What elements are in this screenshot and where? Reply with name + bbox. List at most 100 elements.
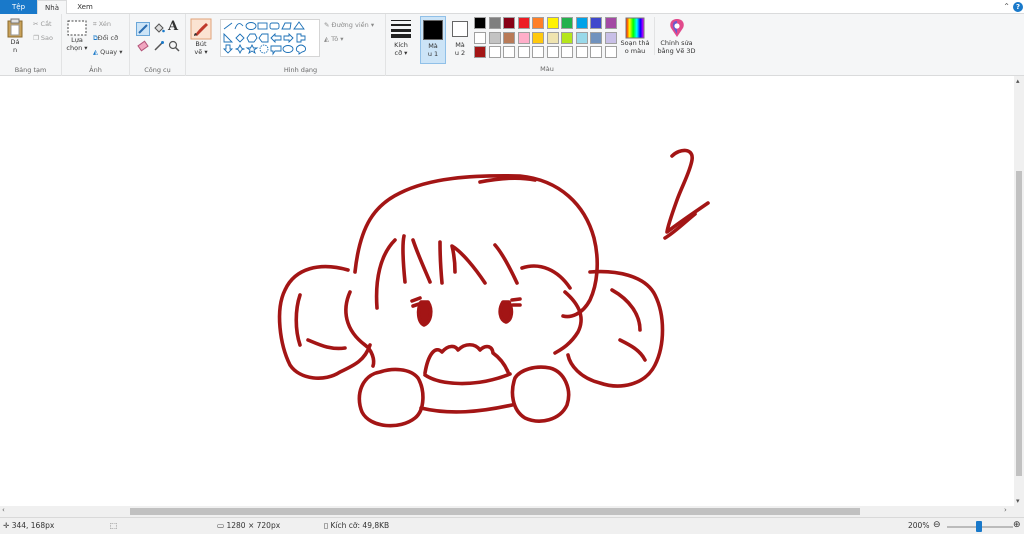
collapse-ribbon-icon[interactable]: ⌃ (1003, 2, 1010, 11)
paint3d-label-2: bằng Vẽ 3D (657, 47, 696, 55)
sketch-left-bun-curl (306, 338, 347, 351)
brush-icon (190, 18, 212, 40)
fill-button[interactable]: ◭ Tô ▾ (324, 35, 344, 43)
paint3d-button[interactable]: Chỉnh sửa bằng Vẽ 3D (654, 17, 698, 55)
palette-swatch[interactable] (488, 46, 501, 58)
color1-swatch (423, 20, 443, 40)
color1-label: Mà (428, 42, 438, 50)
palette-swatch[interactable] (561, 31, 573, 44)
sketch-head-top (478, 176, 537, 184)
sketch-left-bun (277, 264, 372, 380)
paste-icon (7, 18, 23, 38)
file-size: ▯ Kích cỡ: 49,8KB (324, 521, 390, 530)
outline-button[interactable]: ✎ Đường viền ▾ (324, 21, 374, 29)
fill-shape-icon: ◭ (324, 35, 329, 43)
zoom-in-icon[interactable]: ⊕ (1013, 520, 1021, 530)
pencil-icon[interactable] (136, 22, 150, 36)
palette-swatch[interactable] (575, 31, 588, 44)
magnifier-icon[interactable] (168, 40, 180, 52)
palette-swatch[interactable] (604, 17, 617, 29)
group-label-tools: Công cụ (144, 66, 171, 74)
palette-swatch[interactable] (517, 17, 530, 29)
sketch-lash-left (410, 296, 422, 308)
scroll-right-icon[interactable]: › (1004, 506, 1007, 514)
sketch-left-paw (357, 367, 425, 428)
cut-button[interactable]: ✂ Cắt (33, 20, 52, 28)
palette-swatch[interactable] (561, 17, 573, 29)
help-icon[interactable]: ? (1013, 2, 1023, 12)
scroll-up-icon[interactable]: ▴ (1016, 77, 1020, 85)
sketch-bang-3 (411, 238, 432, 284)
color1-button[interactable]: Mà u 1 (420, 16, 446, 64)
palette-swatch[interactable] (590, 31, 602, 44)
palette-swatch[interactable] (546, 17, 559, 29)
sketch-bang-4 (438, 240, 444, 285)
horizontal-scroll-thumb[interactable] (130, 508, 860, 515)
cursor-position: ✛ 344, 168px (3, 521, 55, 530)
tab-file[interactable]: Tệp (0, 0, 37, 14)
scroll-left-icon[interactable]: ‹ (2, 506, 5, 514)
rotate-icon: ◭ (93, 48, 98, 56)
color2-button[interactable]: Mà u 2 (448, 16, 472, 64)
cut-icon: ✂ (33, 20, 39, 28)
select-button[interactable]: Lựa chọn ▾ (66, 20, 88, 52)
palette-swatch[interactable] (532, 31, 544, 44)
palette-swatch[interactable] (590, 17, 602, 29)
select-label: Lựa (71, 36, 83, 44)
size-button[interactable]: Kích cỡ ▾ (388, 18, 414, 57)
size-icon (391, 20, 411, 38)
palette-swatch[interactable] (503, 46, 515, 58)
palette-swatch[interactable] (604, 46, 617, 58)
crop-button[interactable]: ⌗ Xén (93, 20, 111, 29)
palette-swatch[interactable] (561, 46, 573, 58)
color2-label-2: u 2 (454, 49, 466, 57)
tab-view[interactable]: Xem (70, 0, 100, 14)
vertical-scroll-thumb[interactable] (1016, 171, 1022, 476)
shape-gallery[interactable] (220, 19, 320, 57)
eraser-icon[interactable] (137, 40, 149, 52)
palette-swatch[interactable] (590, 46, 602, 58)
edit-colors-button[interactable]: Soạn thả o màu (618, 17, 652, 55)
vertical-scrollbar[interactable]: ▴ ▾ (1014, 76, 1024, 506)
sketch-right-bun-inner (610, 288, 642, 332)
edit-colors-icon (625, 17, 645, 39)
palette-swatch[interactable] (474, 17, 486, 29)
brushes-button[interactable]: Bút vẽ ▾ (188, 18, 214, 56)
palette-swatch[interactable] (532, 17, 544, 29)
palette-swatch[interactable] (474, 46, 486, 58)
sketch-bang-2 (401, 234, 407, 284)
palette-swatch[interactable] (575, 46, 588, 58)
paste-button[interactable]: Dá n (4, 18, 26, 54)
text-icon[interactable]: A (168, 19, 178, 34)
palette-swatch[interactable] (517, 31, 530, 44)
palette-swatch[interactable] (488, 17, 501, 29)
palette-swatch[interactable] (503, 31, 515, 44)
rotate-button[interactable]: ◭ Quay ▾ (93, 48, 123, 56)
copy-button[interactable]: ❐ Sao (33, 34, 53, 42)
palette-swatch[interactable] (575, 17, 588, 29)
drawing-canvas[interactable] (0, 76, 1014, 506)
palette-swatch[interactable] (546, 31, 559, 44)
palette-swatch[interactable] (517, 46, 530, 58)
picker-icon[interactable] (153, 40, 165, 52)
filesize-icon: ▯ (324, 521, 329, 530)
palette-swatch[interactable] (488, 31, 501, 44)
edit-colors-label: Soạn thả (620, 39, 650, 47)
horizontal-scrollbar[interactable]: ‹ › (0, 506, 1024, 517)
fill-icon[interactable] (153, 22, 165, 34)
palette-swatch[interactable] (546, 46, 559, 58)
zoom-slider-thumb[interactable] (976, 521, 982, 532)
color2-swatch (452, 21, 468, 37)
palette-swatch[interactable] (474, 31, 486, 44)
scroll-down-icon[interactable]: ▾ (1016, 497, 1020, 505)
sketch-bang-7 (520, 264, 572, 290)
size-label: Kích (394, 41, 408, 49)
palette-swatch[interactable] (503, 17, 515, 29)
zoom-out-icon[interactable]: ⊖ (933, 520, 941, 530)
palette-swatch[interactable] (532, 46, 544, 58)
ribbon: Dá n ✂ Cắt ❐ Sao Bảng tạm Lựa chọn ▾ ⌗ X… (0, 14, 1024, 76)
group-label-image: Ảnh (89, 66, 102, 74)
resize-button[interactable]: ⧉Đổi cỡ (93, 34, 118, 43)
tab-home[interactable]: Nhà (37, 0, 67, 15)
palette-swatch[interactable] (604, 31, 617, 44)
